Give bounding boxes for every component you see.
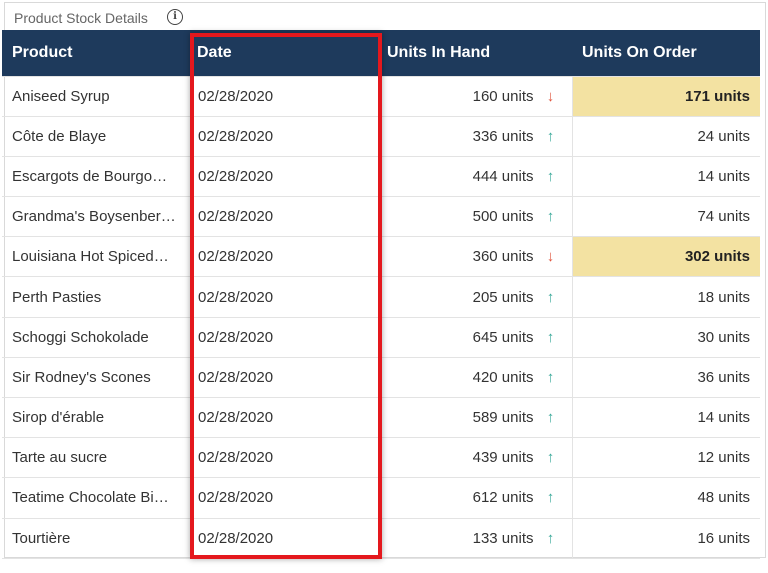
table-row[interactable]: Côte de Blaye 02/28/2020 336 units ↑ 24 unit…: [2, 115, 760, 157]
cell-units-on-order[interactable]: 171 units: [571, 75, 760, 117]
cell-units-in-hand[interactable]: 500 units ↑: [377, 196, 572, 237]
table-row[interactable]: Aniseed Syrup 02/28/2020 160 units ↓ 171 uni…: [2, 75, 760, 117]
cell-units-in-hand[interactable]: 336 units ↑: [377, 115, 572, 157]
cell-product[interactable]: Perth Pasties: [2, 276, 187, 318]
column-header-units-on-order[interactable]: Units On Order: [572, 30, 760, 76]
cell-product[interactable]: Louisiana Hot Spiced…: [2, 236, 187, 277]
cell-product[interactable]: Côte de Blaye: [2, 115, 187, 157]
cell-date[interactable]: 02/28/2020: [187, 477, 377, 519]
arrow-up-icon: ↑: [546, 489, 555, 507]
arrow-up-icon: ↑: [546, 288, 555, 306]
units-in-hand-value: 589 units: [472, 409, 534, 427]
arrow-up-icon: ↑: [546, 127, 555, 145]
units-in-hand-value: 133 units: [472, 529, 534, 547]
cell-units-on-order[interactable]: 14 units: [571, 396, 760, 438]
cell-units-on-order[interactable]: 74 units: [571, 196, 760, 237]
cell-product[interactable]: Escargots de Bourgo…: [2, 155, 187, 197]
arrow-up-icon: ↑: [546, 208, 555, 226]
cell-date[interactable]: 02/28/2020: [187, 396, 377, 438]
column-header-product[interactable]: Product: [2, 30, 187, 76]
cell-units-in-hand[interactable]: 205 units ↑: [377, 276, 572, 318]
table-row[interactable]: Sirop d'érable 02/28/2020 589 units ↑ 14 uni…: [2, 396, 760, 438]
arrow-up-icon: ↑: [546, 529, 555, 547]
cell-units-on-order[interactable]: 30 units: [571, 316, 760, 358]
cell-units-in-hand[interactable]: 589 units ↑: [377, 396, 572, 438]
cell-units-in-hand[interactable]: 160 units ↓: [377, 75, 572, 117]
units-in-hand-value: 444 units: [472, 167, 534, 185]
arrow-up-icon: ↑: [546, 328, 555, 346]
cell-units-in-hand[interactable]: 612 units ↑: [377, 477, 572, 519]
arrow-up-icon: ↑: [546, 409, 555, 427]
table-row[interactable]: Tarte au sucre 02/28/2020 439 units ↑ 12 uni…: [2, 437, 760, 478]
stock-grid: Product Date Units In Hand Units On Orde…: [2, 30, 760, 559]
cell-date[interactable]: 02/28/2020: [187, 236, 377, 277]
info-icon[interactable]: i: [167, 9, 183, 25]
cell-units-in-hand[interactable]: 444 units ↑: [377, 155, 572, 197]
cell-units-on-order[interactable]: 18 units: [571, 276, 760, 318]
cell-units-in-hand[interactable]: 133 units ↑: [377, 517, 572, 559]
cell-product[interactable]: Grandma's Boysenber…: [2, 196, 187, 237]
units-in-hand-value: 160 units: [472, 87, 534, 105]
units-in-hand-value: 645 units: [472, 328, 534, 346]
cell-units-on-order[interactable]: 48 units: [571, 477, 760, 519]
cell-product[interactable]: Schoggi Schokolade: [2, 316, 187, 358]
table-row[interactable]: Perth Pasties 02/28/2020 205 units ↑ 18 unit…: [2, 276, 760, 318]
arrow-down-icon: ↓: [546, 87, 555, 105]
cell-product[interactable]: Tourtière: [2, 517, 187, 559]
arrow-up-icon: ↑: [546, 368, 555, 386]
cell-product[interactable]: Teatime Chocolate Bi…: [2, 477, 187, 519]
cell-units-on-order[interactable]: 36 units: [571, 356, 760, 398]
units-in-hand-value: 360 units: [472, 248, 534, 266]
grid-header-row: Product Date Units In Hand Units On Orde…: [2, 30, 760, 76]
cell-units-on-order[interactable]: 12 units: [571, 437, 760, 478]
cell-units-in-hand[interactable]: 645 units ↑: [377, 316, 572, 358]
arrow-up-icon: ↑: [546, 449, 555, 467]
cell-units-on-order[interactable]: 24 units: [571, 115, 760, 157]
cell-units-on-order[interactable]: 14 units: [571, 155, 760, 197]
cell-product[interactable]: Sir Rodney's Scones: [2, 356, 187, 398]
table-row[interactable]: Sir Rodney's Scones 02/28/2020 420 units ↑ 3…: [2, 356, 760, 398]
cell-date[interactable]: 02/28/2020: [187, 437, 377, 478]
cell-date[interactable]: 02/28/2020: [187, 517, 377, 559]
cell-date[interactable]: 02/28/2020: [187, 276, 377, 318]
arrow-up-icon: ↑: [546, 167, 555, 185]
grid-body: Aniseed Syrup 02/28/2020 160 units ↓ 171 uni…: [2, 75, 760, 559]
panel-header: Product Stock Details i: [5, 3, 765, 33]
cell-product[interactable]: Sirop d'érable: [2, 396, 187, 438]
panel-title: Product Stock Details: [14, 10, 148, 26]
units-in-hand-value: 500 units: [472, 208, 534, 226]
cell-date[interactable]: 02/28/2020: [187, 196, 377, 237]
cell-date[interactable]: 02/28/2020: [187, 356, 377, 398]
cell-units-in-hand[interactable]: 420 units ↑: [377, 356, 572, 398]
table-row[interactable]: Schoggi Schokolade 02/28/2020 645 units ↑ 30…: [2, 316, 760, 358]
cell-product[interactable]: Tarte au sucre: [2, 437, 187, 478]
cell-date[interactable]: 02/28/2020: [187, 155, 377, 197]
units-in-hand-value: 336 units: [472, 127, 534, 145]
cell-units-in-hand[interactable]: 360 units ↓: [377, 236, 572, 277]
cell-units-in-hand[interactable]: 439 units ↑: [377, 437, 572, 478]
cell-date[interactable]: 02/28/2020: [187, 316, 377, 358]
cell-units-on-order[interactable]: 16 units: [571, 517, 760, 559]
table-row[interactable]: Tourtière 02/28/2020 133 units ↑ 16 units: [2, 517, 760, 559]
cell-date[interactable]: 02/28/2020: [187, 115, 377, 157]
table-row[interactable]: Grandma's Boysenber… 02/28/2020 500 units ↑…: [2, 196, 760, 237]
table-row[interactable]: Louisiana Hot Spiced… 02/28/2020 360 units…: [2, 236, 760, 277]
table-row[interactable]: Teatime Chocolate Bi… 02/28/2020 612 units…: [2, 477, 760, 519]
units-in-hand-value: 612 units: [472, 489, 534, 507]
units-in-hand-value: 205 units: [472, 288, 534, 306]
units-in-hand-value: 439 units: [472, 449, 534, 467]
column-header-date[interactable]: Date: [187, 30, 377, 76]
cell-product[interactable]: Aniseed Syrup: [2, 75, 187, 117]
table-row[interactable]: Escargots de Bourgo… 02/28/2020 444 units ↑…: [2, 155, 760, 197]
cell-date[interactable]: 02/28/2020: [187, 75, 377, 117]
arrow-down-icon: ↓: [546, 248, 555, 266]
column-header-units-in-hand[interactable]: Units In Hand: [377, 30, 572, 76]
units-in-hand-value: 420 units: [472, 368, 534, 386]
cell-units-on-order[interactable]: 302 units: [571, 236, 760, 277]
